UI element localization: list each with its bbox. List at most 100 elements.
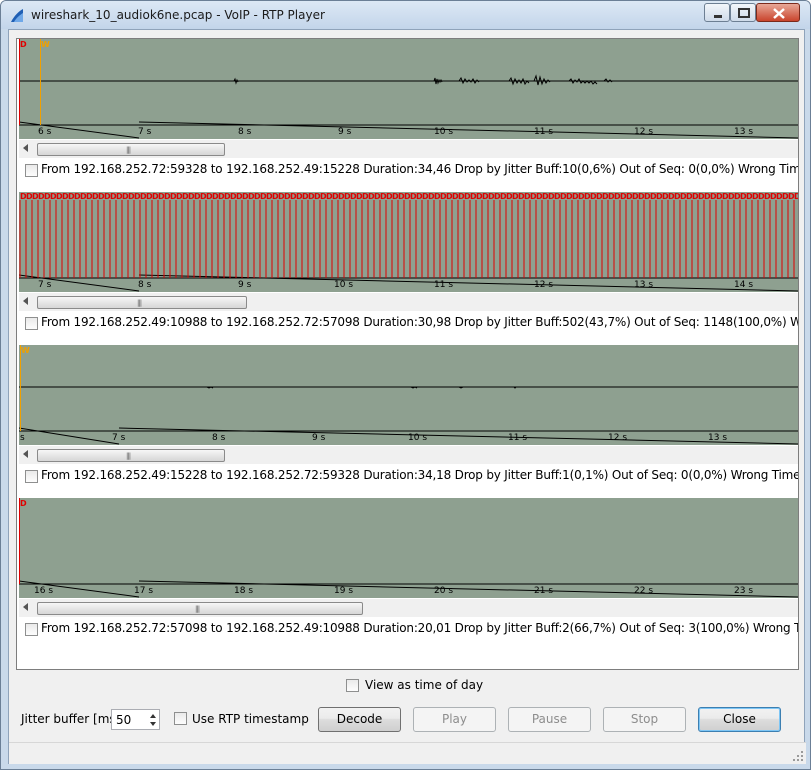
horizontal-scrollbar[interactable]: |||: [19, 446, 798, 464]
time-tick: 23 s: [734, 586, 754, 596]
drop-marker-label: D: [20, 40, 27, 49]
title-bar[interactable]: wireshark_10_audiok6ne.pcap - VoIP - RTP…: [1, 1, 810, 29]
time-tick: 8 s: [212, 433, 226, 443]
drop-marker: [19, 498, 20, 584]
rtp-player-window: wireshark_10_audiok6ne.pcap - VoIP - RTP…: [0, 0, 811, 770]
window-title: wireshark_10_audiok6ne.pcap - VoIP - RTP…: [31, 8, 325, 22]
jitter-buffer-label: Jitter buffer [ms]: [21, 712, 121, 726]
close-button[interactable]: Close: [698, 707, 781, 732]
jitter-buffer-value[interactable]: 50: [116, 713, 131, 727]
scroll-thumb[interactable]: |||: [37, 296, 247, 309]
waveform-graph: [19, 74, 798, 139]
time-tick: 12 s: [534, 280, 554, 290]
stream-select-checkbox[interactable]: [25, 164, 38, 177]
streams-list[interactable]: D W 6 s 7 s 8 s 9 s 10 s 11 s 12 s 13 s …: [16, 38, 799, 670]
stream-select-checkbox[interactable]: [25, 623, 38, 636]
stop-button[interactable]: Stop: [603, 707, 686, 732]
minimize-icon: [714, 15, 722, 18]
stream-select-checkbox[interactable]: [25, 317, 38, 330]
wrong-timestamp-marker-label: W: [21, 346, 30, 355]
horizontal-scrollbar[interactable]: |||: [19, 293, 798, 311]
time-tick: 12 s: [608, 433, 628, 443]
time-tick: 7 s: [138, 127, 152, 137]
close-icon: [773, 8, 785, 19]
time-tick: 11 s: [434, 280, 454, 290]
time-tick: 9 s: [312, 433, 326, 443]
status-bar: [9, 742, 806, 764]
stream-select-checkbox[interactable]: [25, 470, 38, 483]
horizontal-scrollbar[interactable]: |||: [19, 599, 798, 617]
waveform-graph: DDDDDDDDDDDDDDDDDDDDDDDDDDDDDDDDDDDDDDDD…: [19, 192, 799, 292]
time-tick: 22 s: [634, 586, 654, 596]
time-tick: 7 s: [112, 433, 126, 443]
time-tick: 20 s: [434, 586, 454, 596]
wrong-timestamp-marker: [20, 345, 21, 431]
use-rtp-timestamp-checkbox[interactable]: [174, 712, 187, 725]
time-tick: 12 s: [634, 127, 654, 137]
spin-up-icon[interactable]: [148, 711, 158, 720]
resize-grip-icon[interactable]: [792, 750, 804, 762]
wrong-timestamp-marker-label: W: [41, 40, 50, 49]
time-tick: 11 s: [508, 433, 528, 443]
time-tick: 7 s: [38, 280, 52, 290]
time-tick: 19 s: [334, 586, 354, 596]
time-tick: 11 s: [534, 127, 554, 137]
waveform-plot[interactable]: DDDDDDDDDDDDDDDDDDDDDDDDDDDDDDDDDDDDDDDD…: [19, 192, 799, 292]
scroll-left-arrow-icon[interactable]: [23, 297, 28, 305]
stream-info-text: From 192.168.252.72:59328 to 192.168.252…: [41, 162, 798, 176]
dialog-client-area: D W 6 s 7 s 8 s 9 s 10 s 11 s 12 s 13 s …: [8, 29, 806, 764]
stream-info-row: From 192.168.252.49:10988 to 192.168.252…: [17, 312, 798, 334]
time-tick: 13 s: [734, 127, 754, 137]
scroll-left-arrow-icon[interactable]: [23, 144, 28, 152]
time-tick: 14 s: [734, 280, 754, 290]
time-tick: 17 s: [134, 586, 154, 596]
stream-info-text: From 192.168.252.72:57098 to 192.168.252…: [41, 621, 798, 635]
time-tick: 21 s: [534, 586, 554, 596]
horizontal-scrollbar[interactable]: |||: [19, 140, 798, 158]
decode-button[interactable]: Decode: [318, 707, 401, 732]
time-tick: s: [20, 433, 25, 443]
waveform-graph: [19, 580, 798, 598]
pause-button[interactable]: Pause: [508, 707, 591, 732]
play-button[interactable]: Play: [413, 707, 496, 732]
waveform-plot[interactable]: W s 7 s 8 s 9 s 10 s 11 s 12 s 13 s: [19, 345, 798, 445]
scroll-left-arrow-icon[interactable]: [23, 603, 28, 611]
use-rtp-timestamp-label: Use RTP timestamp: [192, 712, 309, 726]
jitter-buffer-spinbox[interactable]: 50: [111, 709, 160, 730]
stream-info-text: From 192.168.252.49:10988 to 192.168.252…: [41, 315, 798, 329]
stream-info-text: From 192.168.252.49:15228 to 192.168.252…: [41, 468, 798, 482]
view-time-of-day-label: View as time of day: [365, 678, 484, 692]
minimize-button[interactable]: [704, 3, 730, 22]
time-tick: 13 s: [634, 280, 654, 290]
stream-info-row: From 192.168.252.72:59328 to 192.168.252…: [17, 159, 798, 181]
time-tick: 8 s: [138, 280, 152, 290]
waveform-graph: [19, 386, 798, 445]
close-window-button[interactable]: [756, 3, 800, 22]
waveform-plot[interactable]: D 16 s 17 s 18 s 19 s 20 s 21 s 22 s 23 …: [19, 498, 798, 598]
time-tick: 13 s: [708, 433, 728, 443]
stream-info-row: From 192.168.252.49:15228 to 192.168.252…: [17, 465, 798, 487]
scroll-thumb[interactable]: |||: [37, 602, 363, 615]
time-tick: 8 s: [238, 127, 252, 137]
waveform-plot[interactable]: D W 6 s 7 s 8 s 9 s 10 s 11 s 12 s 13 s: [19, 39, 798, 139]
maximize-icon: [738, 8, 750, 18]
drop-marker: [19, 39, 20, 125]
stream-info-row: From 192.168.252.72:57098 to 192.168.252…: [17, 618, 798, 640]
time-tick: 10 s: [434, 127, 454, 137]
time-tick: 9 s: [338, 127, 352, 137]
time-tick: 18 s: [234, 586, 254, 596]
scroll-thumb[interactable]: |||: [37, 143, 225, 156]
wrong-timestamp-marker: [40, 39, 41, 125]
scroll-left-arrow-icon[interactable]: [23, 450, 28, 458]
time-tick: 10 s: [334, 280, 354, 290]
time-tick: 16 s: [34, 586, 54, 596]
spin-down-icon[interactable]: [148, 720, 158, 729]
maximize-button[interactable]: [730, 3, 756, 22]
drop-marker-label: D: [794, 192, 799, 201]
drop-marker-label: D: [20, 499, 27, 508]
wireshark-fin-icon: [11, 9, 23, 22]
scroll-thumb[interactable]: |||: [37, 449, 225, 462]
time-tick: 6 s: [38, 127, 52, 137]
time-tick: 10 s: [408, 433, 428, 443]
view-time-of-day-checkbox[interactable]: [346, 679, 359, 692]
